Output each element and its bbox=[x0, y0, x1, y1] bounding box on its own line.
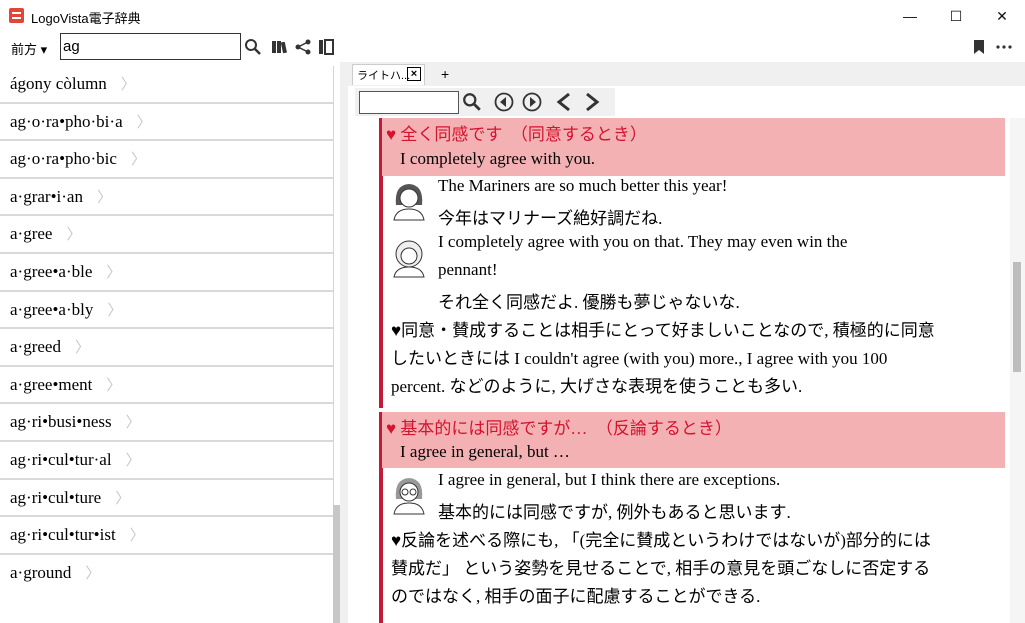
usage-note: percent. などのように, 大げさな表現を使うことも多い. bbox=[391, 377, 803, 396]
example-line: 基本的には同感ですが, 例外もあると思います. bbox=[438, 503, 791, 522]
example-line: I agree in general, but I think there ar… bbox=[438, 470, 781, 489]
tab-bar bbox=[348, 62, 1025, 86]
find-in-page-input[interactable] bbox=[359, 91, 459, 114]
search-icon[interactable] bbox=[244, 38, 262, 56]
example-line: pennant! bbox=[438, 260, 498, 279]
section-header: ♥ 基本的には同感ですが… （反論するとき） I agree in genera… bbox=[382, 412, 1005, 468]
list-item[interactable]: ágony còlumn 〉 bbox=[0, 66, 333, 104]
find-search-icon[interactable] bbox=[462, 92, 482, 112]
new-tab-button[interactable]: + bbox=[441, 66, 449, 82]
list-item[interactable]: ag·ri•cul•tur•ist 〉 bbox=[0, 517, 333, 555]
search-direction-dropdown[interactable]: 前方 ▾ bbox=[11, 39, 47, 58]
example-line: The Mariners are so much better this yea… bbox=[438, 176, 728, 195]
list-item[interactable]: a·ground 〉 bbox=[0, 555, 333, 593]
list-item[interactable]: a·gree•a·ble 〉 bbox=[0, 254, 333, 292]
chevron-right-icon: 〉 bbox=[107, 302, 123, 319]
app-logo-icon bbox=[9, 8, 24, 23]
chevron-right-icon: 〉 bbox=[136, 114, 152, 131]
list-item[interactable]: a·gree•a·bly 〉 bbox=[0, 292, 333, 330]
share-icon[interactable] bbox=[294, 38, 312, 56]
usage-note: のではなく, 相手の面子に配慮することができる. bbox=[391, 587, 761, 606]
close-button[interactable]: ✕ bbox=[979, 0, 1025, 32]
woman-glasses-avatar-icon bbox=[393, 478, 425, 515]
chevron-right-icon: 〉 bbox=[85, 565, 101, 582]
section-header: ♥ 全く同感です （同意するとき） I completely agree wit… bbox=[382, 118, 1005, 176]
list-item[interactable]: ag·o·ra•pho·bic 〉 bbox=[0, 141, 333, 179]
example-line: I completely agree with you on that. The… bbox=[438, 232, 848, 251]
maximize-button[interactable]: ☐ bbox=[933, 0, 979, 32]
example-line: 今年はマリナーズ絶好調だね. bbox=[438, 209, 663, 228]
find-next-icon[interactable] bbox=[522, 92, 542, 112]
chevron-right-icon: 〉 bbox=[120, 77, 136, 93]
content-scrollbar-thumb[interactable] bbox=[1013, 262, 1021, 372]
back-icon[interactable] bbox=[554, 92, 574, 112]
list-item[interactable]: a·grar•i·an 〉 bbox=[0, 179, 333, 217]
chevron-right-icon: 〉 bbox=[125, 415, 141, 432]
example-line: それ全く同感だよ. 優勝も夢じゃないな. bbox=[438, 293, 740, 312]
chevron-right-icon: 〉 bbox=[106, 377, 122, 394]
list-item[interactable]: ag·o·ra•pho·bi·a 〉 bbox=[0, 104, 333, 142]
list-item[interactable]: ag·ri•busi•ness 〉 bbox=[0, 404, 333, 442]
woman-avatar-icon bbox=[393, 184, 425, 221]
elderly-woman-avatar-icon bbox=[393, 240, 425, 278]
dictionaries-icon[interactable] bbox=[271, 38, 289, 56]
chevron-right-icon: 〉 bbox=[115, 490, 131, 507]
section-subheading: I agree in general, but … bbox=[400, 442, 570, 461]
chevron-right-icon: 〉 bbox=[74, 340, 90, 357]
chevron-right-icon: 〉 bbox=[129, 528, 145, 545]
tab-close-icon[interactable]: × bbox=[407, 67, 421, 81]
bookmark-icon[interactable] bbox=[970, 38, 988, 56]
usage-note: ♥同意・賛成することは相手にとって好ましいことなので, 積極的に同意 bbox=[391, 321, 935, 340]
word-list: ágony còlumn 〉 ag·o·ra•pho·bi·a 〉 ag·o·ra•… bbox=[0, 66, 334, 623]
list-item[interactable]: a·gree•ment 〉 bbox=[0, 367, 333, 405]
forward-icon[interactable] bbox=[582, 92, 602, 112]
usage-note: したいときには I couldn't agree (with you) more… bbox=[391, 349, 888, 368]
section-heading: ♥ 基本的には同感ですが… （反論するとき） bbox=[386, 419, 732, 438]
list-item[interactable]: ag·ri•cul•tur·al 〉 bbox=[0, 442, 333, 480]
list-item[interactable]: a·gree 〉 bbox=[0, 216, 333, 254]
pane-splitter[interactable] bbox=[340, 62, 348, 623]
window-title: LogoVista電子辞典 bbox=[31, 11, 141, 26]
section-subheading: I completely agree with you. bbox=[400, 149, 595, 168]
chevron-right-icon: 〉 bbox=[66, 227, 82, 244]
layout-toggle-icon[interactable] bbox=[317, 38, 335, 56]
chevron-right-icon: 〉 bbox=[125, 452, 141, 469]
list-item[interactable]: a·greed 〉 bbox=[0, 329, 333, 367]
more-options-icon[interactable] bbox=[995, 38, 1013, 56]
chevron-right-icon: 〉 bbox=[106, 264, 122, 281]
usage-note: ♥反論を述べる際にも, 「(完全に賛成というわけではないが)部分的には bbox=[391, 531, 931, 550]
list-item[interactable]: ag·ri•cul•ture 〉 bbox=[0, 480, 333, 518]
section-heading: ♥ 全く同感です （同意するとき） bbox=[386, 125, 647, 144]
entry-content: ♥ 全く同感です （同意するとき） I completely agree wit… bbox=[348, 118, 1009, 623]
word-list-scrollbar[interactable] bbox=[333, 505, 340, 623]
search-input[interactable] bbox=[60, 33, 241, 60]
minimize-button[interactable]: — bbox=[887, 0, 933, 32]
chevron-right-icon: 〉 bbox=[130, 152, 146, 169]
chevron-right-icon: 〉 bbox=[96, 189, 112, 206]
find-previous-icon[interactable] bbox=[494, 92, 514, 112]
title-bar: LogoVista電子辞典 — ☐ ✕ bbox=[0, 0, 1025, 32]
usage-note: 賛成だ」 という姿勢を見せることで, 相手の意見を頭ごなしに否定する bbox=[391, 559, 931, 578]
